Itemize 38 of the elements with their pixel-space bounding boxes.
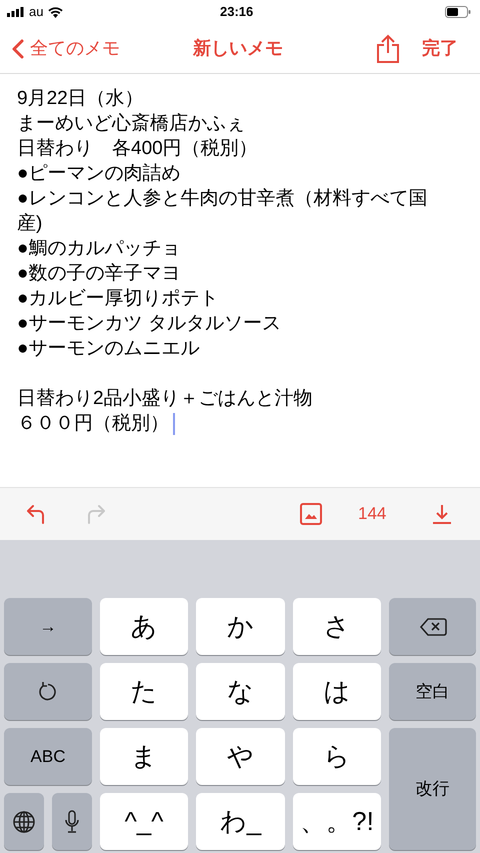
character-count: 144	[358, 503, 386, 526]
globe-key[interactable]	[4, 793, 44, 850]
keyboard-key[interactable]: や	[196, 728, 285, 785]
note-body[interactable]: 9月22日（水） まーめいど心斎橋店かふぇ 日替わり 各400円（税別） ●ピーマンの肉詰め ●レンコンと人参と牛肉の甘辛煮（材料すべて国産) ●鯛のカルパッチョ ●数の子の辛子マヨ ●カルビー厚切りポテト ●サーモンカツ タルタルソース ●サーモンのムニエル 日替わり2品小盛り＋ごはんと汁物 ６００円（税別）	[17, 86, 449, 436]
globe-icon	[12, 810, 36, 834]
keyboard-key[interactable]: あ	[100, 598, 188, 655]
clock-time: 23:16	[220, 3, 254, 22]
backspace-icon	[418, 616, 446, 636]
image-icon[interactable]	[300, 503, 322, 525]
chevron-left-icon	[12, 38, 24, 58]
undo-icon[interactable]	[25, 503, 47, 525]
microphone-icon	[65, 810, 79, 834]
carrier-name: au	[29, 3, 44, 22]
keyboard-key[interactable]: 空白	[389, 663, 476, 720]
download-icon[interactable]	[432, 503, 452, 525]
keyboard-key[interactable]: た	[100, 663, 188, 720]
rotate-arrow-icon	[37, 680, 59, 702]
keyboard-key[interactable]: 、。?!	[293, 793, 381, 850]
wifi-icon	[48, 6, 64, 18]
share-icon[interactable]	[376, 34, 400, 64]
keyboard-key[interactable]: ま	[100, 728, 188, 785]
done-button[interactable]: 完了	[422, 35, 458, 62]
keyboard-key[interactable]: さ	[293, 598, 381, 655]
note-title: 新しいメモ	[193, 37, 283, 60]
keyboard-key[interactable]: →	[4, 598, 92, 655]
delete-key[interactable]	[389, 598, 476, 655]
return-key[interactable]: 改行	[389, 728, 476, 850]
keyboard-key[interactable]: か	[196, 598, 285, 655]
keyboard-key[interactable]: ら	[293, 728, 381, 785]
keyboard-key[interactable]: な	[196, 663, 285, 720]
keyboard-key[interactable]: は	[293, 663, 381, 720]
keyboard-key[interactable]: ABC	[4, 728, 92, 785]
signal-icon	[7, 7, 24, 17]
microphone-key[interactable]	[52, 793, 92, 850]
keyboard-key[interactable]: わ_	[196, 793, 285, 850]
battery-icon	[445, 6, 471, 18]
back-link[interactable]: 全てのメモ	[12, 35, 120, 62]
keyboard-key[interactable]: ^_^	[100, 793, 188, 850]
